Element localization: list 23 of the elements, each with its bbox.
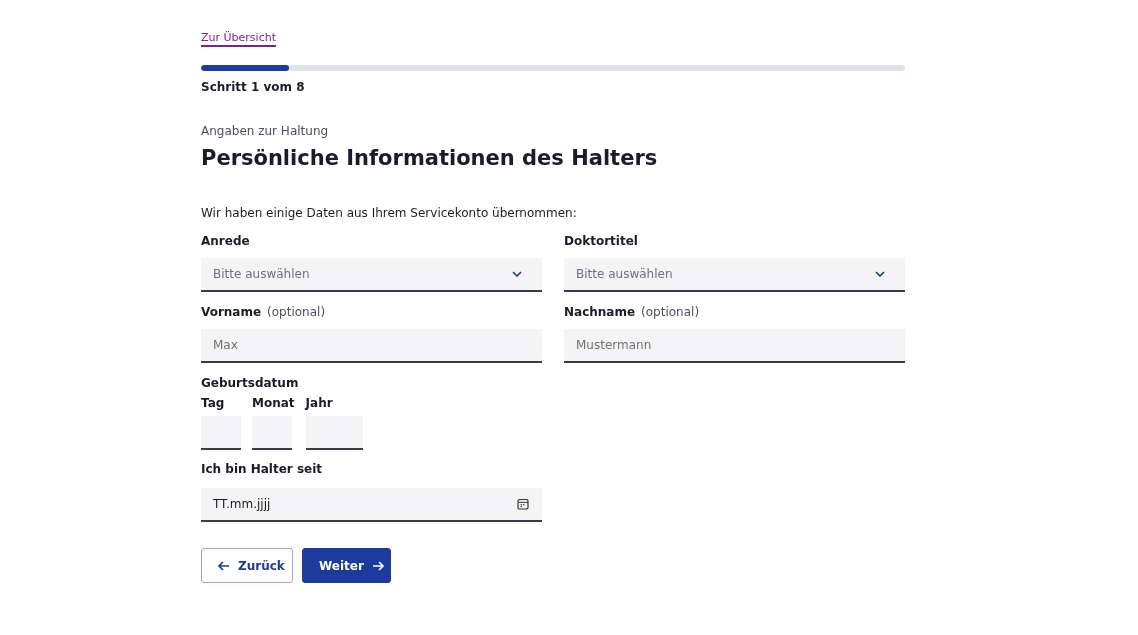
select-field[interactable]: Bitte auswählen [564,258,905,292]
overview-link[interactable]: Zur Übersicht [201,31,276,44]
field-label: Nachname [564,305,636,319]
next-button[interactable]: Weiter [302,548,391,583]
select-field[interactable]: Bitte auswählen [201,258,542,292]
field-label: Tag [201,396,226,410]
text-input-field[interactable]: Mustermann [564,329,905,363]
field-label: Anrede [201,234,250,248]
intro-text: Wir haben einige Daten aus Ihrem Servicekonto übernommen: [201,206,577,220]
field-label: Monat [252,396,295,410]
field-label: Doktortitel [564,234,638,248]
date-input-field[interactable]: TT.mm.jjjj [201,488,542,522]
field-label: Vorname [201,305,262,319]
section-label: Angaben zur Haltung [201,124,329,138]
optional-hint: (optional) [641,305,700,319]
step-counter: Schritt 1 vom 8 [201,80,305,94]
optional-hint: (optional) [267,305,326,319]
text-input-field[interactable]: Max [201,329,542,363]
field-label: Ich bin Halter seit [201,462,323,476]
field-label: Geburtsdatum [201,376,299,390]
field-label: Jahr [305,396,334,410]
page-heading: Persönliche Informationen des Halters [201,146,658,170]
back-button[interactable]: Zurück [201,548,293,583]
